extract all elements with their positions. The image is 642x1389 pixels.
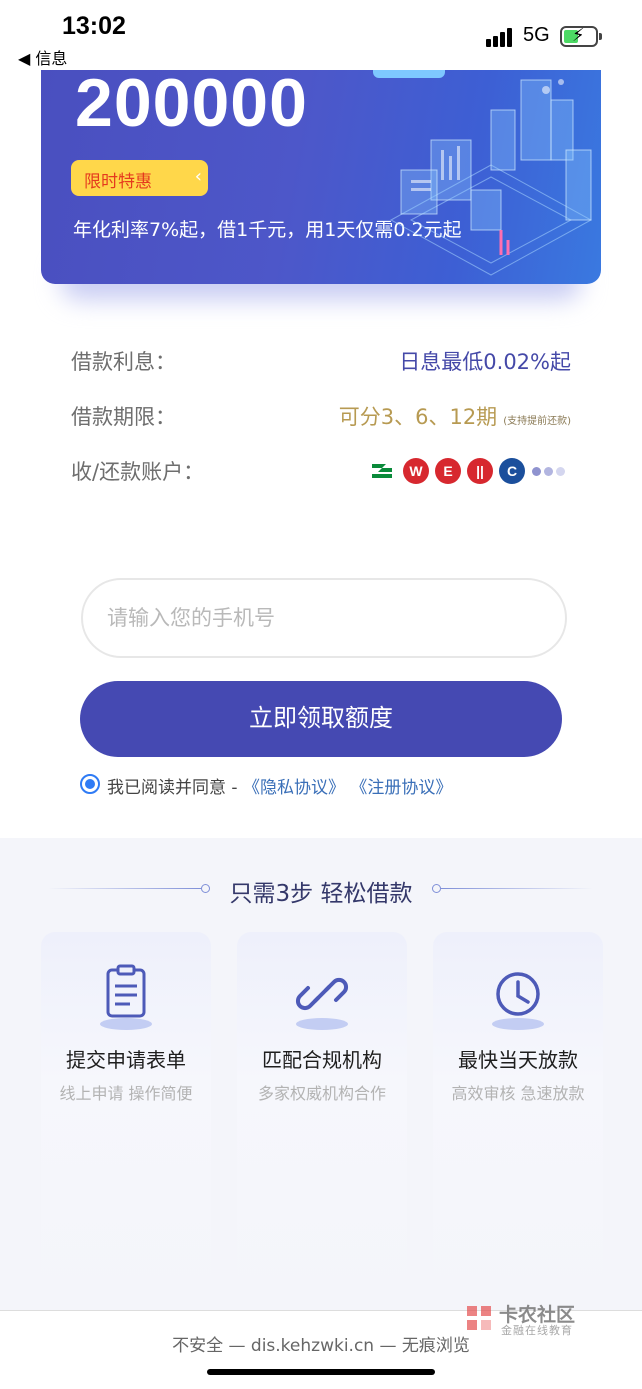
steps-title: 只需3步 轻松借款 xyxy=(229,881,413,907)
step-subtitle: 多家权威机构合作 xyxy=(257,1084,386,1103)
status-time: 13:02 xyxy=(62,12,126,40)
term-label: 借款期限： xyxy=(71,405,176,429)
register-link[interactable]: 《注册协议》 xyxy=(350,778,452,798)
step-title: 匹配合规机构 xyxy=(262,1048,382,1072)
interest-row: 借款利息： 日息最低0.02%起 xyxy=(71,346,571,378)
citic-bank-icon: || xyxy=(467,458,493,484)
network-type: 5G xyxy=(523,24,550,46)
link-icon xyxy=(295,977,349,1030)
more-dot-icon xyxy=(532,467,541,476)
step-subtitle: 高效审核 急速放款 xyxy=(451,1084,585,1103)
cmbc-bank-icon: E xyxy=(435,458,461,484)
step-card: 匹配合规机构 多家权威机构合作 xyxy=(237,932,407,1307)
loan-amount: 200000 xyxy=(75,70,308,141)
battery-icon: ⚡ xyxy=(560,25,602,47)
limited-offer-label: 限时特惠 xyxy=(84,172,152,192)
term-value: 可分3、6、12期 xyxy=(338,405,498,429)
watermark-tagline: 金融在线教育 xyxy=(501,1324,573,1337)
limited-offer-badge: 限时特惠 ‹ xyxy=(71,160,208,196)
city-illustration xyxy=(389,79,593,276)
agree-radio[interactable] xyxy=(80,774,100,794)
promo-banner[interactable]: 200000 限时特惠 ‹ 年化利率7%起，借1千元，用1天仅需0.2元起 xyxy=(41,70,601,284)
signal-icon xyxy=(486,27,518,47)
interest-label: 借款利息： xyxy=(71,350,176,374)
phone-input[interactable] xyxy=(81,578,567,658)
interest-value: 日息最低0.02%起 xyxy=(399,350,571,374)
claim-quota-button[interactable]: 立即领取额度 xyxy=(80,681,562,757)
title-divider-right xyxy=(441,888,593,889)
account-label: 收/还款账户： xyxy=(71,460,205,484)
more-dot-icon xyxy=(544,467,553,476)
step-title: 最快当天放款 xyxy=(458,1048,578,1072)
chevron-left-icon: ‹ xyxy=(194,166,202,187)
step-title: 提交申请表单 xyxy=(66,1048,186,1072)
clock-icon xyxy=(492,972,544,1030)
status-bar: 13:02 ◀ 信息 5G ⚡ xyxy=(0,0,642,70)
step-subtitle: 线上申请 操作简便 xyxy=(59,1084,193,1103)
term-row: 借款期限： 可分3、6、12期 (支持提前还款) xyxy=(71,401,571,433)
more-dot-icon xyxy=(556,467,565,476)
account-row: 收/还款账户： W E || C xyxy=(71,456,571,488)
privacy-link[interactable]: 《隐私协议》 xyxy=(243,778,345,798)
watermark: 卡农社区 金融在线教育 xyxy=(463,1300,613,1340)
clipboard-icon xyxy=(100,964,152,1030)
postal-bank-icon xyxy=(369,458,395,484)
step-card: 提交申请表单 线上申请 操作简便 xyxy=(41,932,211,1307)
home-indicator[interactable] xyxy=(207,1369,435,1375)
back-to-app-link[interactable]: ◀ 信息 xyxy=(18,45,67,69)
kanong-logo-icon xyxy=(467,1306,491,1330)
term-note: (支持提前还款) xyxy=(503,416,571,427)
bank-logos: W E || C xyxy=(369,458,569,486)
title-dot-right xyxy=(432,884,441,893)
agree-text: 我已阅读并同意 - xyxy=(107,778,243,798)
term-value-group: 可分3、6、12期 (支持提前还款) xyxy=(339,401,571,431)
ccb-bank-icon: C xyxy=(499,458,525,484)
step-card: 最快当天放款 高效审核 急速放款 xyxy=(433,932,603,1307)
icbc-bank-icon: W xyxy=(403,458,429,484)
